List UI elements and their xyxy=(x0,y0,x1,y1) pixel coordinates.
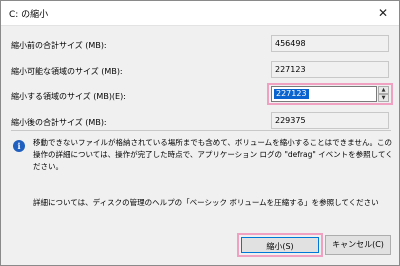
shrink-button[interactable]: 縮小(S) xyxy=(241,237,319,253)
shrink-amount-value: 227123 xyxy=(274,89,309,99)
title-bar: C: の縮小 ✕ xyxy=(1,1,399,26)
cancel-button-wrap: キャンセル(C) xyxy=(323,233,393,257)
shrink-dialog: C: の縮小 ✕ 縮小前の合計サイズ (MB): 456498 縮小可能な領域の… xyxy=(0,0,400,266)
info-icon: i xyxy=(13,140,25,152)
close-button[interactable]: ✕ xyxy=(373,3,393,23)
total-size-after-value: 229375 xyxy=(271,112,389,129)
info-message: 移動できないファイルが格納されている場所までも含めて、ボリュームを縮小することは… xyxy=(33,138,393,171)
cancel-button[interactable]: キャンセル(C) xyxy=(325,235,391,255)
window-title: C: の縮小 xyxy=(9,10,49,20)
shrink-button-highlight: 縮小(S) xyxy=(237,233,323,257)
total-size-after-label: 縮小後の合計サイズ (MB): xyxy=(11,118,107,127)
shrink-amount-input[interactable]: 227123 xyxy=(271,86,377,102)
spin-up-button[interactable]: ▲ xyxy=(378,86,389,94)
total-size-before-label: 縮小前の合計サイズ (MB): xyxy=(11,41,107,50)
shrink-amount-stepper: 227123 ▲ ▼ xyxy=(267,83,393,105)
spin-down-button[interactable]: ▼ xyxy=(378,94,389,102)
separator xyxy=(11,130,391,131)
shrink-amount-label: 縮小する領域のサイズ (MB)(E): xyxy=(11,92,126,101)
shrinkable-size-value: 227123 xyxy=(271,61,389,78)
shrinkable-size-label: 縮小可能な領域のサイズ (MB): xyxy=(11,67,123,76)
help-message: 詳細については、ディスクの管理のヘルプの「ベーシック ボリュームを圧縮する」を参… xyxy=(33,198,379,207)
total-size-before-value: 456498 xyxy=(271,35,389,52)
